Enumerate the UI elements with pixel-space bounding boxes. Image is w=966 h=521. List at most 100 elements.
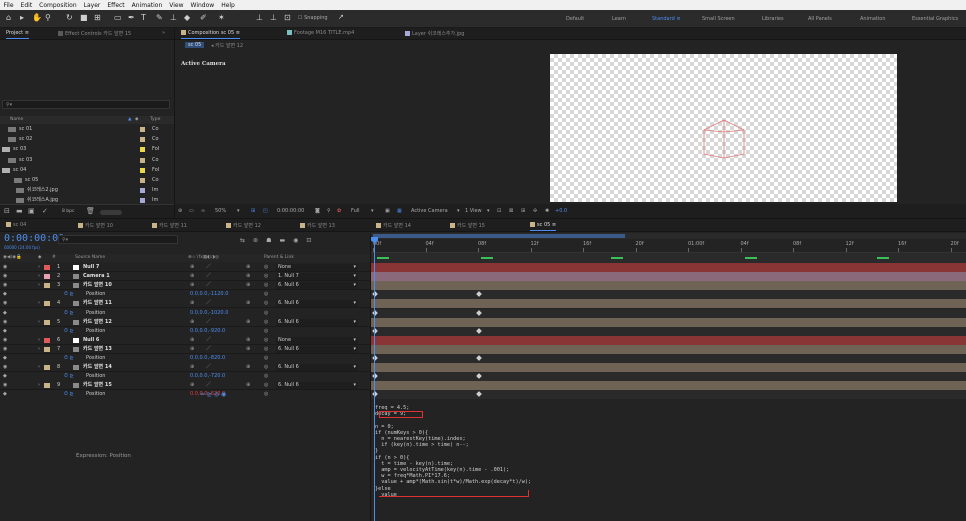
parent-pickwhip-icon[interactable]: ◎ bbox=[264, 363, 268, 372]
property-pickwhip-icon[interactable]: ◎ bbox=[264, 290, 268, 299]
parent-dropdown[interactable]: 6. Null 6 ▾ bbox=[276, 364, 358, 372]
label-swatch[interactable] bbox=[140, 127, 145, 132]
thumbnail-slider[interactable] bbox=[100, 210, 122, 215]
viewer-tab-1[interactable]: Composition sc 05 ≡ bbox=[181, 30, 240, 39]
layer-name[interactable]: Camera 1 bbox=[83, 272, 110, 281]
viewer-tab-2[interactable]: Footage M16 TITLE.mp4 bbox=[287, 30, 354, 36]
keyframe-marker[interactable] bbox=[476, 391, 482, 398]
expand-twirl-icon[interactable]: › bbox=[38, 299, 40, 308]
visibility-eye-icon[interactable]: ◆ bbox=[3, 372, 7, 381]
zoom-dropdown[interactable]: 50% bbox=[215, 204, 226, 218]
parent-dropdown[interactable]: None ▾ bbox=[276, 336, 358, 344]
workspace-essential-graphics[interactable]: Essential Graphics bbox=[912, 16, 958, 22]
parent-pickwhip-icon[interactable]: ◎ bbox=[264, 272, 268, 281]
visibility-eye-icon[interactable]: ◉ bbox=[3, 272, 7, 281]
stopwatch-icon[interactable]: ⏱ ⊵ bbox=[64, 309, 74, 318]
layer-duration-bar[interactable] bbox=[371, 335, 966, 345]
menu-layer[interactable]: Layer bbox=[80, 2, 104, 9]
layer-row[interactable]: ◉ › 4 카드 앞면 11 ⊕ ／ ⊕ ◎ 6. Null 6 ▾ bbox=[0, 299, 370, 309]
quality-switch-icon[interactable]: ／ bbox=[206, 363, 211, 372]
layer-duration-bar[interactable] bbox=[371, 317, 966, 327]
keyframe-marker[interactable] bbox=[476, 291, 482, 298]
timeline-navigator[interactable] bbox=[371, 253, 966, 263]
layer-label-swatch[interactable] bbox=[44, 319, 50, 325]
viewer-timecode[interactable]: 0:00:00:00 bbox=[277, 204, 304, 218]
comp-tab-2[interactable]: 카드 앞면 10 bbox=[78, 222, 113, 229]
threed-switch-icon[interactable]: ⊕ bbox=[246, 281, 250, 290]
parent-pickwhip-icon[interactable]: ◎ bbox=[264, 318, 268, 327]
tab-project[interactable]: Project ≡ bbox=[6, 30, 29, 39]
expand-twirl-icon[interactable]: › bbox=[38, 272, 40, 281]
expand-twirl-icon[interactable]: › bbox=[38, 318, 40, 327]
visibility-eye-icon[interactable]: ◉ bbox=[3, 263, 7, 272]
menu-composition[interactable]: Composition bbox=[36, 2, 80, 9]
property-row[interactable]: ◆ ⏱ ⊵ Position 0.0,0.0,-820.0 ◎ bbox=[0, 354, 370, 363]
property-pickwhip-icon[interactable]: ◎ bbox=[264, 372, 268, 381]
type-tool-icon[interactable]: T bbox=[141, 13, 146, 22]
property-pickwhip-icon[interactable]: ◎ bbox=[264, 354, 268, 363]
motion-blur-icon[interactable]: ◉ bbox=[293, 237, 306, 244]
quality-switch-icon[interactable]: ／ bbox=[206, 336, 211, 345]
pan-behind-tool-icon[interactable]: ⊞ bbox=[94, 13, 101, 22]
project-item[interactable]: sc 04 Fol bbox=[0, 167, 174, 174]
comp-tab-4[interactable]: 카드 앞면 12 bbox=[226, 222, 261, 229]
layer-name[interactable]: 카드 앞면 10 bbox=[83, 281, 112, 290]
layer-label-swatch[interactable] bbox=[44, 365, 50, 371]
timeline-search-input[interactable]: ⚲▾ bbox=[58, 235, 178, 244]
comp-tab-6[interactable]: 카드 앞면 14 bbox=[376, 222, 411, 229]
safe-zones-icon[interactable]: ⊞ bbox=[251, 204, 255, 218]
quality-switch-icon[interactable]: ／ bbox=[206, 281, 211, 290]
frame-blend-icon[interactable]: ▬ bbox=[279, 237, 293, 244]
layer-row[interactable]: ◉ › 1 Null 7 ⊕ ／ ⊕ ◎ None ▾ bbox=[0, 263, 370, 272]
sort-icon[interactable]: ▲ bbox=[128, 116, 131, 124]
stopwatch-icon[interactable]: ⏱ ⊵ bbox=[64, 290, 74, 299]
comp-tab-1[interactable]: sc 04 bbox=[6, 222, 26, 228]
snap-options-icon[interactable]: ↗ bbox=[338, 13, 344, 21]
parent-pickwhip-icon[interactable]: ◎ bbox=[264, 281, 268, 290]
parent-dropdown[interactable]: 1. Null 7 ▾ bbox=[276, 273, 358, 281]
visibility-eye-icon[interactable]: ◉ bbox=[3, 345, 7, 354]
roto-brush-tool-icon[interactable]: ✐ bbox=[200, 13, 207, 22]
exposure-value[interactable]: +0.0 bbox=[555, 204, 567, 218]
project-item[interactable]: sc 02 Co bbox=[0, 136, 174, 143]
new-folder-icon[interactable]: ▬ bbox=[16, 207, 23, 215]
shy-switch-icon[interactable]: ⊕ bbox=[190, 272, 194, 281]
layer-name[interactable]: Null 7 bbox=[83, 263, 99, 272]
layer-name[interactable]: 카드 앞면 11 bbox=[83, 299, 112, 308]
visibility-eye-icon[interactable]: ◉ bbox=[3, 363, 7, 372]
comp-flowchart-icon[interactable]: ⊛ bbox=[253, 237, 266, 244]
comp-tab-3[interactable]: 카드 앞면 11 bbox=[152, 222, 187, 229]
display-icon[interactable]: ▭ bbox=[189, 204, 194, 218]
puppet-tool-icon[interactable]: ✶ bbox=[218, 13, 225, 22]
camera-tool-icon[interactable]: ■ bbox=[80, 13, 88, 22]
expand-twirl-icon[interactable]: › bbox=[38, 336, 40, 345]
visibility-eye-icon[interactable]: ◉ bbox=[3, 281, 7, 290]
new-comp-icon[interactable]: ▣ bbox=[28, 207, 35, 215]
draft3d-switch-icon[interactable]: ⇆ bbox=[240, 237, 253, 244]
timeline-timecode[interactable]: 0:00:00:00 bbox=[4, 233, 64, 244]
axis-world-icon[interactable]: ⊥ bbox=[270, 13, 277, 22]
nav-card12[interactable]: ◂ 카드 앞면 12 bbox=[211, 42, 243, 49]
comp-tab-8[interactable]: sc 05 ≡ bbox=[530, 222, 557, 231]
axis-view-icon[interactable]: ⊡ bbox=[284, 13, 291, 22]
zoom-tool-icon[interactable]: ⚲ bbox=[45, 13, 51, 22]
draft3d-icon[interactable]: ⊠ bbox=[509, 204, 513, 218]
property-value[interactable]: 0.0,0.0,-1120.0 bbox=[190, 290, 228, 299]
property-value[interactable]: 0.0,0.0,-720.0 bbox=[190, 372, 225, 381]
layer-label-swatch[interactable] bbox=[44, 346, 50, 352]
label-swatch[interactable] bbox=[140, 178, 145, 183]
delete-icon[interactable]: 🗑 bbox=[86, 207, 95, 215]
keyframe-track[interactable] bbox=[371, 326, 966, 336]
resolution-dropdown[interactable]: Full bbox=[351, 204, 360, 218]
workspace-animation[interactable]: Animation bbox=[860, 16, 886, 22]
project-item[interactable]: sc 03 Co bbox=[0, 157, 174, 164]
keyframe-track[interactable] bbox=[371, 390, 966, 400]
parent-pickwhip-icon[interactable]: ◎ bbox=[264, 345, 268, 354]
visibility-eye-icon[interactable]: ◉ bbox=[3, 336, 7, 345]
show-snapshot-icon[interactable]: ⚲ bbox=[327, 204, 331, 218]
visibility-eye-icon[interactable]: ◉ bbox=[3, 318, 7, 327]
shy-switch-icon[interactable]: ⊕ bbox=[190, 363, 194, 372]
menu-help[interactable]: Help bbox=[218, 2, 239, 9]
parent-pickwhip-icon[interactable]: ◎ bbox=[264, 299, 268, 308]
shy-switch-icon[interactable]: ⊕ bbox=[190, 336, 194, 345]
